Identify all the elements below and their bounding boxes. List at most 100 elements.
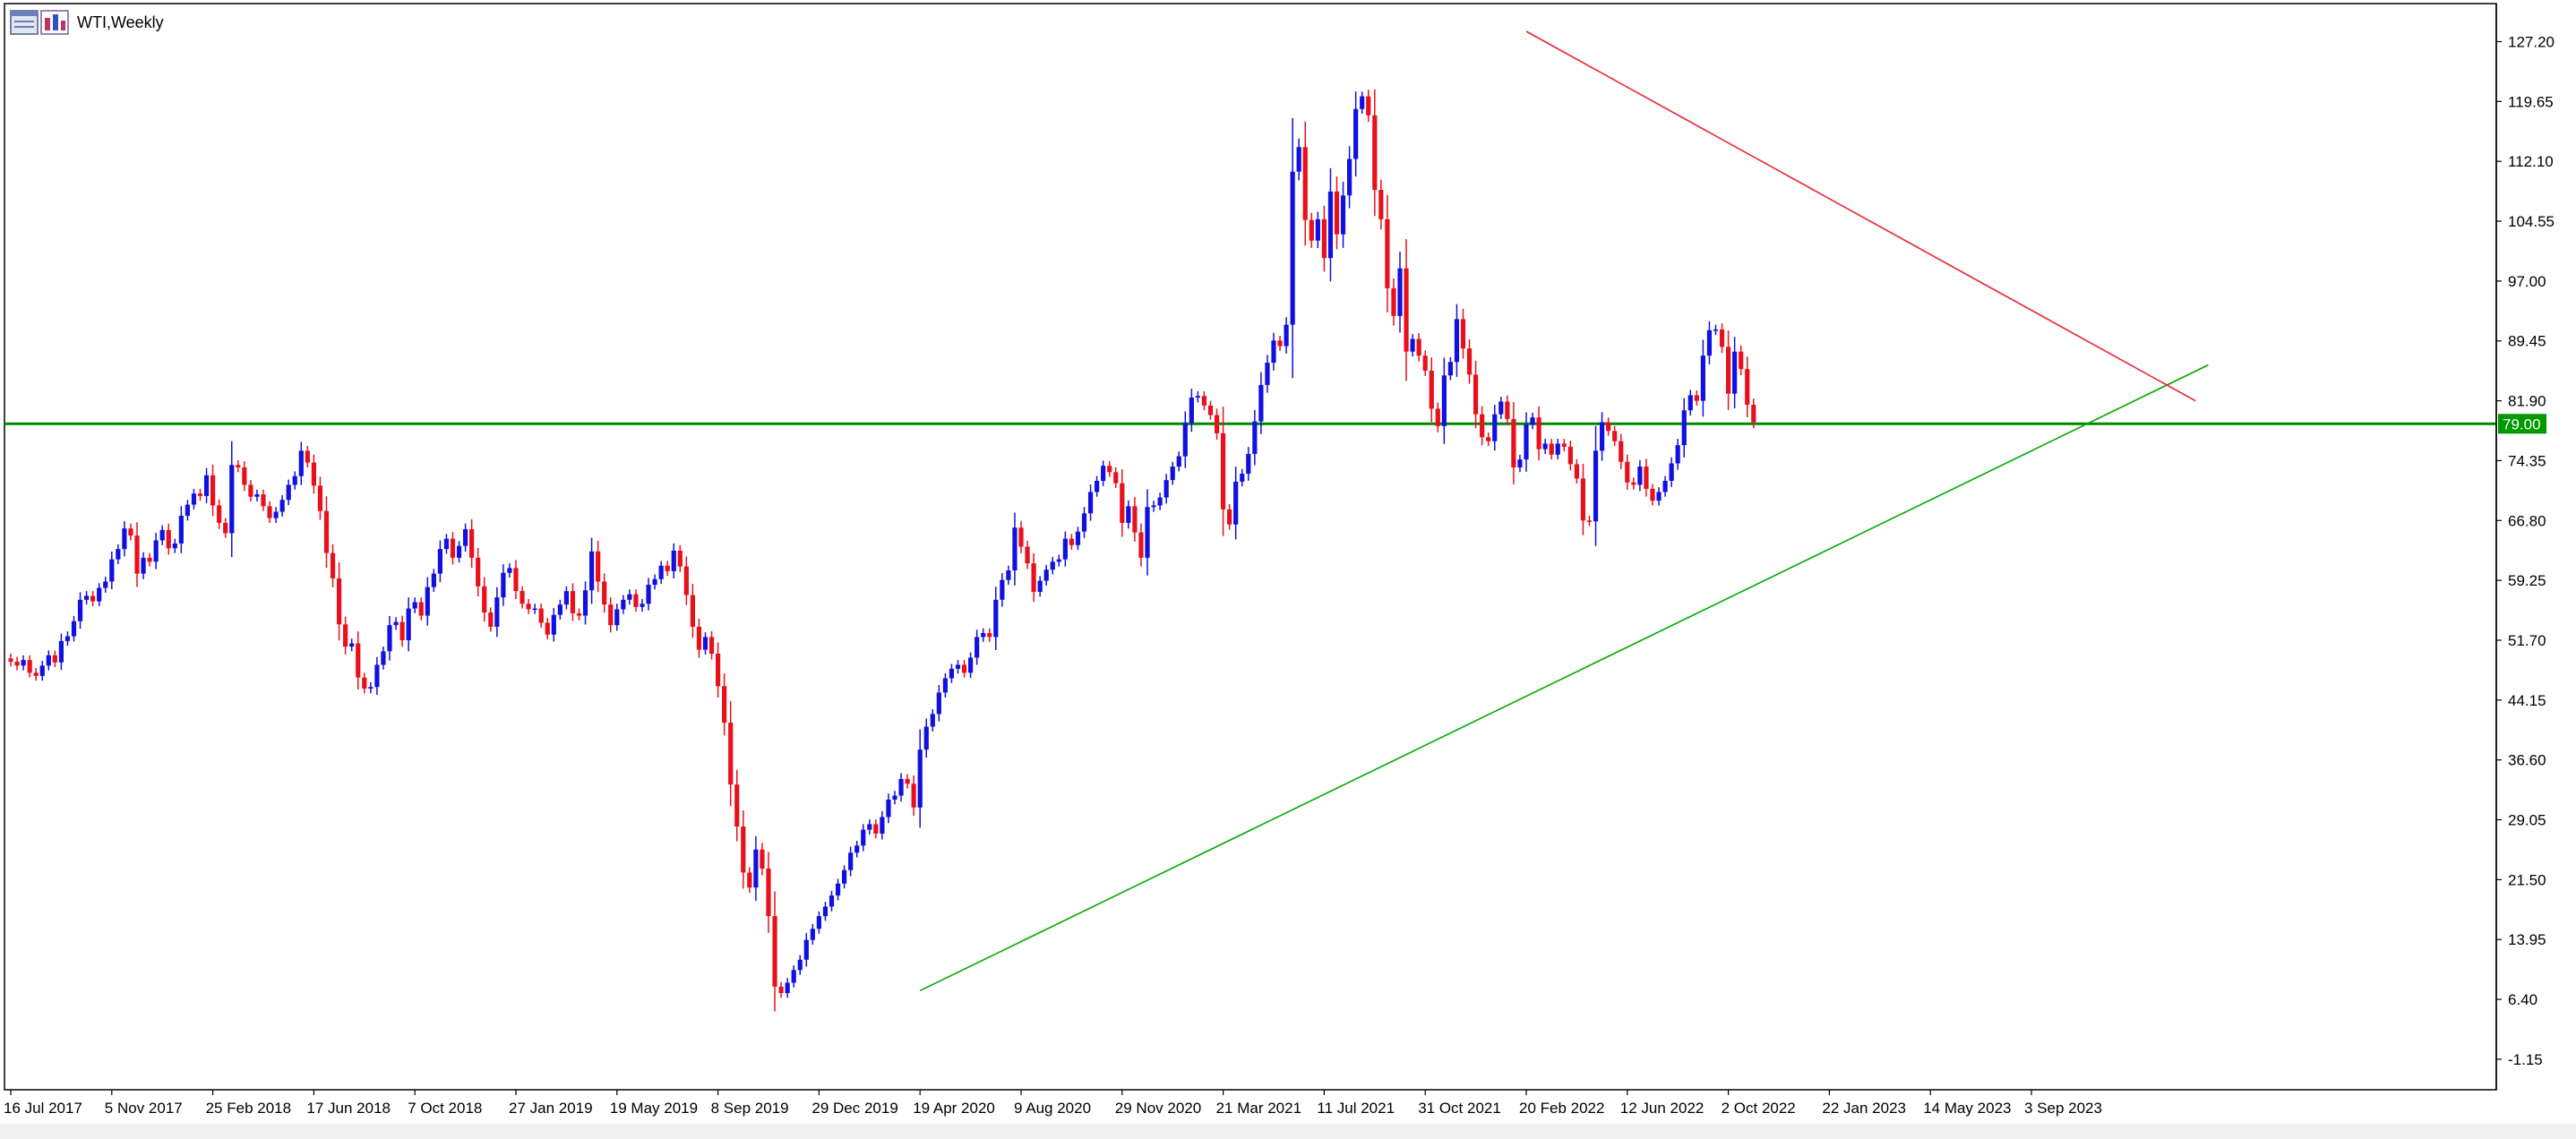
candle xyxy=(1157,492,1163,510)
time-tick-label: 21 Mar 2021 xyxy=(1216,1100,1301,1117)
candle xyxy=(1416,333,1421,362)
chart-bars-icon[interactable] xyxy=(40,10,69,35)
candle xyxy=(1037,576,1043,597)
price-axis: 127.20 119.65 112.10 104.55 97.00 89.45 81.90 7… xyxy=(2495,4,2555,1090)
candle xyxy=(1145,489,1150,576)
candle xyxy=(810,923,815,945)
chart-window[interactable]: WTI,Weekly 127.20 119.65 112.10 104.55 97.00… xyxy=(0,0,2576,1139)
candle xyxy=(1511,402,1516,484)
candle xyxy=(1000,572,1005,607)
candle xyxy=(279,494,285,517)
candle-body xyxy=(494,597,500,627)
candle-body xyxy=(349,643,355,647)
candle-body xyxy=(538,608,544,623)
time-tick-label: 25 Feb 2018 xyxy=(206,1100,291,1117)
candle xyxy=(602,573,607,613)
candle-body xyxy=(1176,456,1181,467)
candle xyxy=(716,642,721,698)
candle-body xyxy=(381,651,386,665)
candle-body xyxy=(1302,147,1308,220)
candle-body xyxy=(267,506,272,518)
candle-body xyxy=(412,602,417,609)
candle-body xyxy=(1138,532,1144,558)
candle-body xyxy=(942,678,948,693)
candle xyxy=(1391,278,1396,326)
candle-body xyxy=(1025,546,1030,564)
candle xyxy=(311,454,316,494)
candle-body xyxy=(52,655,57,663)
candle xyxy=(1170,461,1175,485)
candle-body xyxy=(185,504,190,516)
candle xyxy=(1227,503,1232,530)
candle-body xyxy=(1018,527,1024,547)
candle-body xyxy=(1574,464,1579,479)
candle xyxy=(33,667,39,681)
candle-body xyxy=(1429,370,1434,409)
candle xyxy=(1726,330,1731,410)
candle xyxy=(52,650,57,668)
candle-body xyxy=(930,714,935,727)
candle xyxy=(1555,439,1560,460)
candle-body xyxy=(1631,482,1636,485)
candle-body xyxy=(886,799,891,818)
price-tick-label: 51.70 xyxy=(2508,632,2546,649)
time-tick-label: 29 Nov 2020 xyxy=(1115,1100,1201,1117)
candle xyxy=(381,647,386,670)
candle-body xyxy=(1309,219,1314,241)
candle-body xyxy=(116,549,121,560)
candle xyxy=(185,500,190,521)
candle xyxy=(797,955,803,975)
candle xyxy=(337,561,342,641)
candle xyxy=(1240,468,1245,487)
candle xyxy=(1498,397,1504,419)
candle xyxy=(1321,205,1327,272)
candle-body xyxy=(1511,418,1516,467)
candle-body xyxy=(1505,401,1510,419)
candle xyxy=(652,574,657,590)
candle-body xyxy=(8,658,13,662)
bottom-scrollbar-strip[interactable] xyxy=(0,1124,2576,1139)
candle-body xyxy=(1650,488,1655,501)
candle-body xyxy=(621,599,626,610)
candle-body xyxy=(810,929,815,940)
candle xyxy=(103,577,108,593)
candle xyxy=(1353,91,1359,177)
candle xyxy=(1460,308,1466,359)
time-tick-label: 19 May 2019 xyxy=(610,1100,698,1117)
candle xyxy=(1043,564,1049,586)
candle xyxy=(90,591,96,606)
candle-body xyxy=(1113,472,1119,484)
candle xyxy=(1681,398,1687,458)
candle-body xyxy=(1619,441,1624,462)
candle-body xyxy=(576,612,582,616)
candle-body xyxy=(1593,450,1599,522)
candle-body xyxy=(368,687,374,689)
candle xyxy=(942,672,948,698)
candle-body xyxy=(589,551,595,591)
candle xyxy=(835,878,841,901)
candle-body xyxy=(627,594,632,600)
candle-body xyxy=(229,465,235,534)
candle xyxy=(917,729,923,828)
candle-body xyxy=(399,621,405,640)
candle-body xyxy=(1391,287,1396,316)
candle xyxy=(1081,507,1087,538)
candle xyxy=(77,592,83,629)
candle xyxy=(785,978,790,998)
candle xyxy=(1025,540,1030,570)
candle-body xyxy=(936,692,941,715)
candle xyxy=(1233,467,1239,540)
chart-window-icon[interactable] xyxy=(10,10,39,35)
candle xyxy=(1126,500,1131,529)
candle-body xyxy=(1637,467,1643,485)
candle xyxy=(58,633,64,671)
chart-canvas[interactable]: WTI,Weekly 127.20 119.65 112.10 104.55 97.00… xyxy=(0,0,2576,1139)
candle xyxy=(1397,252,1403,333)
candle-body xyxy=(1385,218,1390,288)
candle xyxy=(323,496,330,569)
candle xyxy=(923,718,929,758)
price-tick-label: 6.40 xyxy=(2508,991,2537,1008)
candle xyxy=(551,607,556,642)
candle-body xyxy=(1492,414,1498,441)
candle xyxy=(747,867,752,894)
